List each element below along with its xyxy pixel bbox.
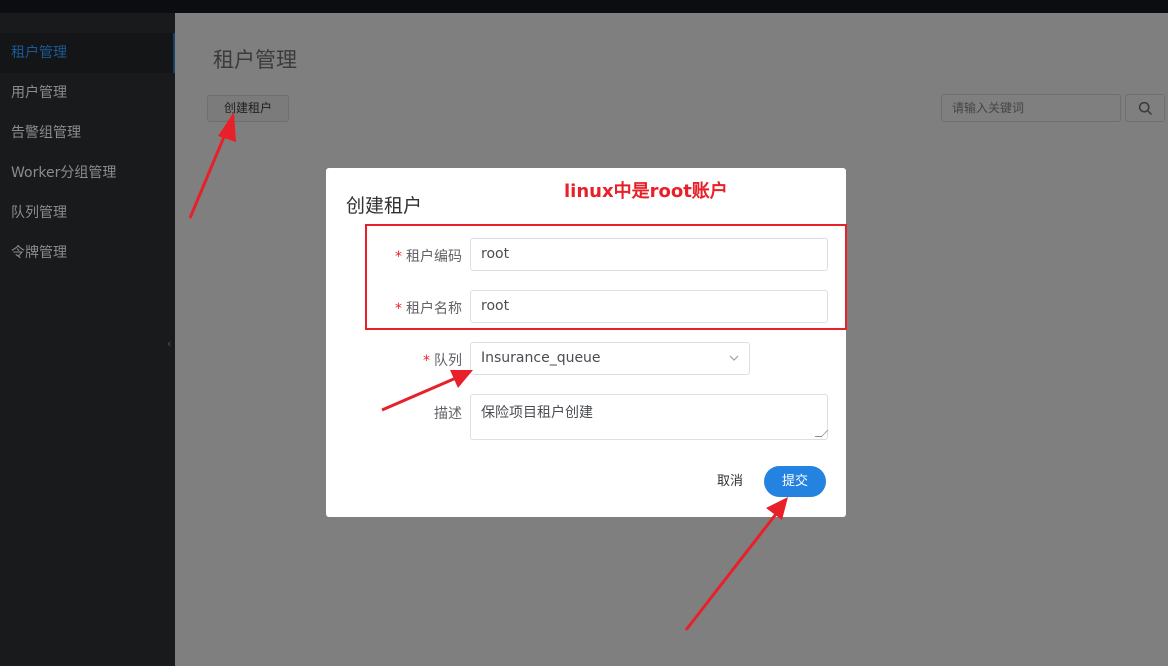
dialog-title: 创建租户 — [346, 195, 423, 217]
required-marker: * — [395, 301, 402, 317]
required-marker: * — [423, 353, 430, 369]
tenant-name-label: * 租户名称 — [395, 301, 462, 317]
tenant-name-input[interactable]: root — [470, 290, 828, 323]
search-button[interactable] — [1125, 94, 1165, 122]
sidebar-item-label: 令牌管理 — [11, 245, 67, 261]
submit-button[interactable]: 提交 — [764, 466, 826, 497]
cancel-button[interactable]: 取消 — [702, 468, 758, 496]
sidebar-item-label: Worker分组管理 — [11, 165, 117, 181]
create-tenant-dialog: 创建租户 linux中是root账户 * 租户编码 root * 租户名称 root… — [326, 168, 847, 517]
chevron-left-icon: ‹ — [167, 337, 172, 350]
description-textarea[interactable]: 保险项目租户创建 — [470, 394, 829, 440]
sidebar-item-queue-management[interactable]: 队列管理 — [0, 193, 173, 233]
search-input[interactable]: 请输入关键词 — [941, 94, 1121, 122]
page-title: 租户管理 — [213, 48, 297, 72]
sidebar-item-worker-group-management[interactable]: Worker分组管理 — [0, 153, 173, 193]
search-icon — [1138, 101, 1153, 116]
resize-handle[interactable] — [814, 430, 829, 437]
queue-label: * 队列 — [423, 353, 462, 369]
sidebar-item-token-management[interactable]: 令牌管理 — [0, 233, 173, 273]
description-label: 描述 — [434, 406, 462, 422]
queue-select-value: Insurance_queue — [481, 350, 601, 366]
create-tenant-button[interactable]: 创建租户 — [207, 95, 289, 122]
top-bar — [0, 0, 1168, 13]
required-marker: * — [395, 249, 402, 265]
description-text: 保险项目租户创建 — [481, 405, 593, 421]
sidebar-item-label: 租户管理 — [11, 45, 67, 61]
sidebar-item-alert-group-management[interactable]: 告警组管理 — [0, 113, 173, 153]
sidebar-item-tenant-management[interactable]: 租户管理 — [0, 33, 173, 73]
tenant-code-input[interactable]: root — [470, 238, 828, 271]
sidebar-item-label: 队列管理 — [11, 205, 67, 221]
tenant-code-label: * 租户编码 — [395, 249, 462, 265]
sidebar-item-label: 用户管理 — [11, 85, 67, 101]
sidebar-item-label: 告警组管理 — [11, 125, 81, 141]
queue-select[interactable]: Insurance_queue — [470, 342, 750, 375]
sidebar: 租户管理 用户管理 告警组管理 Worker分组管理 队列管理 令牌管理 — [0, 13, 175, 666]
annotation-note: linux中是root账户 — [564, 181, 728, 202]
chevron-down-icon — [729, 343, 739, 386]
sidebar-item-user-management[interactable]: 用户管理 — [0, 73, 173, 113]
